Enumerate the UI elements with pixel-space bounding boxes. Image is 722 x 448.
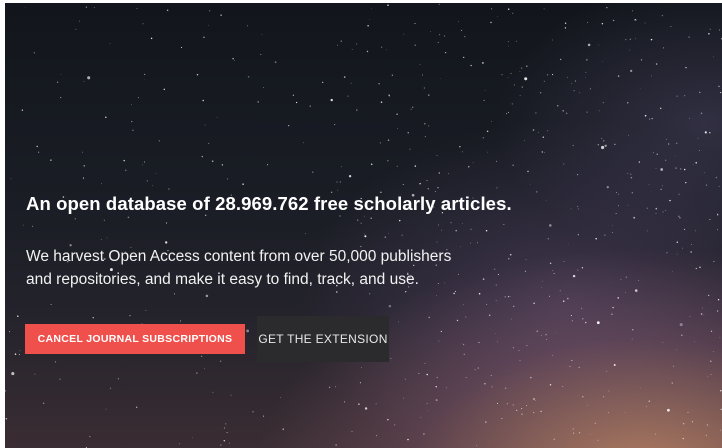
hero-headline: An open database of 28.969.762 free scho… (26, 193, 512, 214)
hero-section: An open database of 28.969.762 free scho… (5, 3, 722, 448)
hero-description-line-2: and repositories, and make it easy to fi… (26, 271, 419, 288)
hero-description-line-1: We harvest Open Access content from over… (26, 248, 452, 265)
hero-description: We harvest Open Access content from over… (26, 245, 546, 291)
get-extension-button[interactable]: GET THE EXTENSION (257, 316, 389, 362)
cancel-subscriptions-button[interactable]: CANCEL JOURNAL SUBSCRIPTIONS (25, 324, 245, 354)
starfield-background (5, 3, 722, 448)
page: An open database of 28.969.762 free scho… (0, 0, 722, 448)
